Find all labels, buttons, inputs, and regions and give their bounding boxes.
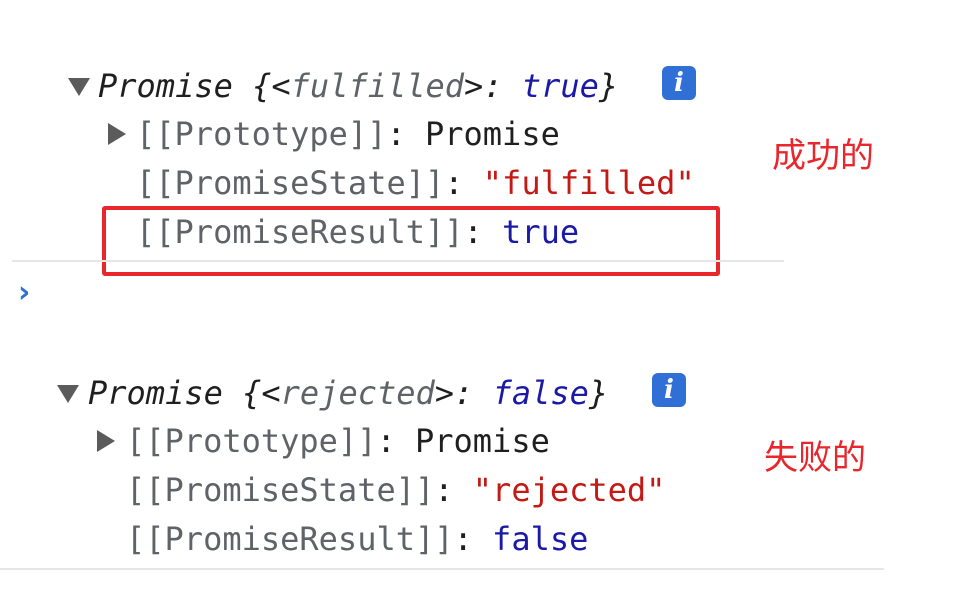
promise-header-open: {< — [232, 67, 291, 105]
annotation-failure: 失败的 — [764, 438, 866, 478]
promise-result-value: false — [492, 520, 589, 558]
promise-header[interactable]: Promise {<fulfilled>: true} — [98, 66, 618, 106]
prototype-row[interactable]: [[Prototype]]: Promise — [136, 114, 560, 154]
highlight-box — [102, 206, 720, 276]
prototype-key: [[Prototype]] — [126, 422, 377, 460]
promise-result-row: [[PromiseResult]]: false — [126, 519, 588, 559]
collapse-toggle-icon[interactable] — [68, 78, 90, 96]
promise-value-label: false — [492, 374, 589, 412]
promise-type-label: Promise — [98, 67, 233, 105]
promise-header-open: {< — [222, 374, 281, 412]
promise-header-mid: >: — [464, 67, 522, 105]
promise-state-sep: : — [434, 471, 473, 509]
prototype-row[interactable]: [[Prototype]]: Promise — [126, 421, 550, 461]
promise-state-value: "rejected" — [472, 471, 666, 509]
prototype-sep: : — [386, 115, 425, 153]
console-prompt-icon[interactable]: › — [18, 278, 30, 308]
prototype-key: [[Prototype]] — [136, 115, 387, 153]
promise-state-row: [[PromiseState]]: "rejected" — [126, 470, 665, 510]
annotation-success: 成功的 — [772, 136, 874, 176]
promise-header[interactable]: Promise {<rejected>: false} — [88, 373, 608, 413]
expand-prototype-icon[interactable] — [108, 123, 126, 145]
promise-header-close: } — [598, 67, 619, 105]
prototype-value: Promise — [414, 422, 550, 460]
collapse-toggle-icon[interactable] — [57, 385, 79, 403]
expand-prototype-icon[interactable] — [97, 430, 115, 452]
promise-state-key: [[PromiseState]] — [136, 164, 445, 202]
promise-state-label: rejected — [280, 374, 435, 412]
promise-header-mid: >: — [434, 374, 493, 412]
info-icon[interactable]: i — [662, 66, 696, 100]
promise-result-sep: : — [453, 520, 493, 558]
promise-value-label: true — [521, 67, 599, 105]
prototype-value: Promise — [424, 115, 560, 153]
promise-header-close: } — [588, 374, 609, 412]
promise-state-label: fulfilled — [290, 67, 465, 105]
promise-state-value: "fulfilled" — [482, 164, 695, 202]
promise-state-sep: : — [444, 164, 483, 202]
promise-state-row: [[PromiseState]]: "fulfilled" — [136, 163, 695, 203]
prototype-sep: : — [376, 422, 415, 460]
promise-state-key: [[PromiseState]] — [126, 471, 435, 509]
promise-result-key: [[PromiseResult]] — [126, 520, 454, 558]
console-divider — [0, 568, 884, 570]
info-icon[interactable]: i — [652, 373, 686, 407]
promise-type-label: Promise — [88, 374, 223, 412]
console-divider — [12, 260, 784, 262]
